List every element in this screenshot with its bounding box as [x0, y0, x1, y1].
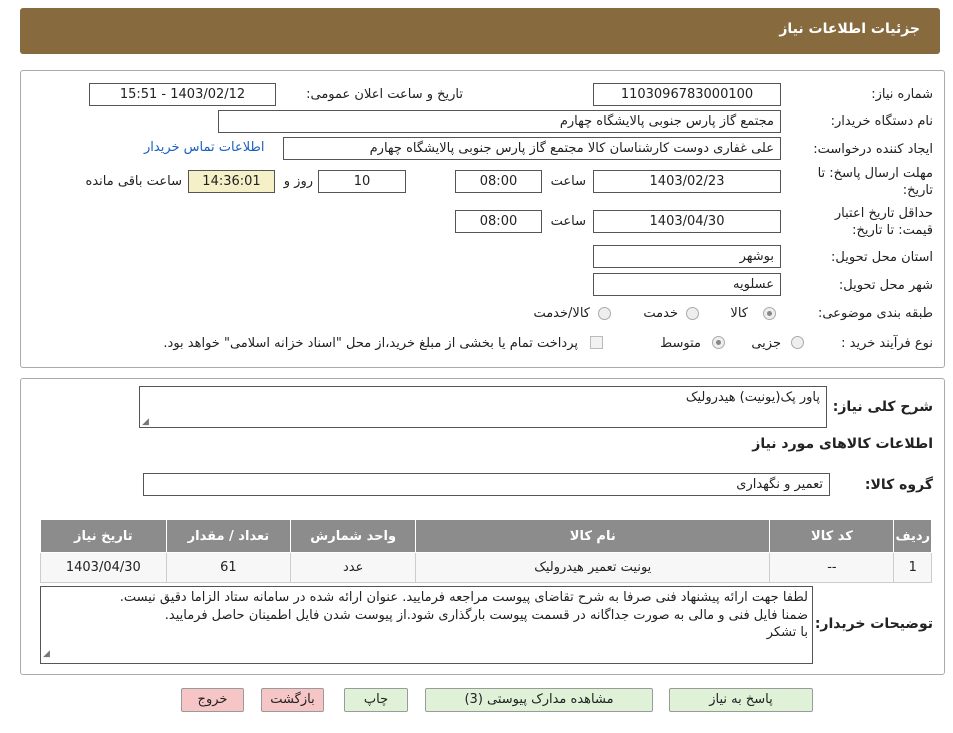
treasury-checkbox[interactable]: [590, 336, 603, 349]
deadline-time-label: ساعت: [550, 174, 586, 189]
process-label: نوع فرآیند خرید :: [841, 336, 933, 351]
cell-quantity: 61: [165, 552, 292, 583]
page-header: جزئیات اطلاعات نیاز: [20, 8, 940, 54]
city-label: شهر محل تحویل:: [838, 278, 933, 293]
buyer-contact-link[interactable]: اطلاعات تماس خریدار: [144, 140, 264, 155]
summary-textarea[interactable]: پاور پک(یونیت) هیدرولیک ◢: [139, 386, 827, 428]
buyer-notes-line2: ضمنا فایل فنی و مالی به صورت جداگانه در …: [164, 607, 808, 623]
buyer-notes-line1: لطفا جهت ارائه پیشنهاد فنی صرفا به شرح ت…: [119, 590, 808, 605]
cell-item-name: یونیت تعمیر هیدرولیک: [415, 552, 771, 583]
col-quantity: تعداد / مقدار: [165, 519, 292, 553]
remaining-time-field: 14:36:01: [188, 170, 275, 193]
need-number-label: شماره نیاز:: [871, 87, 933, 102]
deadline-label-line2: تاریخ:: [902, 183, 933, 198]
col-item-code: کد کالا: [769, 519, 895, 553]
view-attachments-button[interactable]: مشاهده مدارک پیوستی (3): [425, 688, 653, 712]
validity-label-line2: قیمت: تا تاریخ:: [852, 223, 933, 238]
summary-label: شرح کلی نیاز:: [832, 399, 933, 415]
resize-handle-icon[interactable]: ◢: [142, 417, 149, 427]
goods-group-label: گروه کالا:: [864, 477, 933, 493]
need-number-field: 1103096783000100: [593, 83, 781, 106]
creator-field: علی غفاری دوست کارشناسان کالا مجتمع گاز …: [283, 137, 781, 160]
creator-label: ایجاد کننده درخواست:: [813, 142, 933, 157]
validity-label-line1: حداقل تاریخ اعتبار: [834, 206, 933, 221]
category-label: طبقه بندی موضوعی:: [817, 306, 933, 321]
validity-date-field: 1403/04/30: [593, 210, 781, 233]
days-field: 10: [318, 170, 406, 193]
goods-table-header: ردیف کد کالا نام کالا واحد شمارش تعداد /…: [40, 519, 932, 553]
buyer-field: مجتمع گاز پارس جنوبی پالایشگاه چهارم: [218, 110, 781, 133]
process-option-minor: جزیی: [751, 336, 781, 351]
province-field: بوشهر: [593, 245, 781, 268]
province-label: استان محل تحویل:: [831, 250, 933, 265]
buyer-label: نام دستگاه خریدار:: [830, 114, 933, 129]
goods-table: ردیف کد کالا نام کالا واحد شمارش تعداد /…: [40, 519, 932, 583]
cell-item-code: --: [769, 552, 895, 583]
deadline-date-field: 1403/02/23: [593, 170, 781, 193]
days-label: روز و: [283, 174, 313, 189]
goods-info-title: اطلاعات کالاهای مورد نیاز: [752, 436, 933, 452]
summary-text: پاور پک(یونیت) هیدرولیک: [685, 390, 820, 405]
category-radio-goods[interactable]: [763, 307, 776, 320]
process-radio-medium[interactable]: [712, 336, 725, 349]
process-option-medium: متوسط: [660, 336, 701, 351]
category-option-service: خدمت: [643, 306, 678, 321]
category-option-goods: کالا: [730, 306, 748, 321]
process-radio-minor[interactable]: [791, 336, 804, 349]
col-need-date: تاریخ نیاز: [40, 519, 167, 553]
deadline-time-field: 08:00: [455, 170, 542, 193]
deadline-label-line1: مهلت ارسال پاسخ: تا: [817, 166, 933, 181]
col-item-name: نام کالا: [415, 519, 771, 553]
buyer-notes-label: توضیحات خریدار:: [814, 616, 933, 632]
goods-group-field: تعمیر و نگهداری: [143, 473, 830, 496]
resize-handle-icon[interactable]: ◢: [43, 646, 50, 664]
col-unit: واحد شمارش: [290, 519, 417, 553]
back-button[interactable]: بازگشت: [261, 688, 324, 712]
buyer-notes-line3: با تشکر: [766, 625, 808, 640]
validity-time-field: 08:00: [455, 210, 542, 233]
cell-need-date: 1403/04/30: [40, 552, 167, 583]
category-option-goods-service: کالا/خدمت: [533, 306, 590, 321]
announce-field: 1403/02/12 - 15:51: [89, 83, 276, 106]
validity-time-label: ساعت: [550, 214, 586, 229]
print-button[interactable]: چاپ: [344, 688, 408, 712]
remaining-label: ساعت باقی مانده: [85, 174, 182, 189]
buyer-notes-textarea[interactable]: لطفا جهت ارائه پیشنهاد فنی صرفا به شرح ت…: [40, 586, 813, 664]
exit-button[interactable]: خروج: [181, 688, 244, 712]
payment-note: پرداخت تمام یا بخشی از مبلغ خرید،از محل …: [163, 336, 578, 351]
table-row: 1 -- یونیت تعمیر هیدرولیک عدد 61 1403/04…: [40, 552, 932, 583]
cell-unit: عدد: [290, 552, 417, 583]
city-field: عسلویه: [593, 273, 781, 296]
reply-button[interactable]: پاسخ به نیاز: [669, 688, 813, 712]
cell-row-number: 1: [893, 552, 932, 583]
category-radio-service[interactable]: [686, 307, 699, 320]
category-radio-goods-service[interactable]: [598, 307, 611, 320]
col-row-number: ردیف: [893, 519, 932, 553]
announce-label: تاریخ و ساعت اعلان عمومی:: [306, 87, 463, 102]
page-title: جزئیات اطلاعات نیاز: [779, 21, 920, 37]
